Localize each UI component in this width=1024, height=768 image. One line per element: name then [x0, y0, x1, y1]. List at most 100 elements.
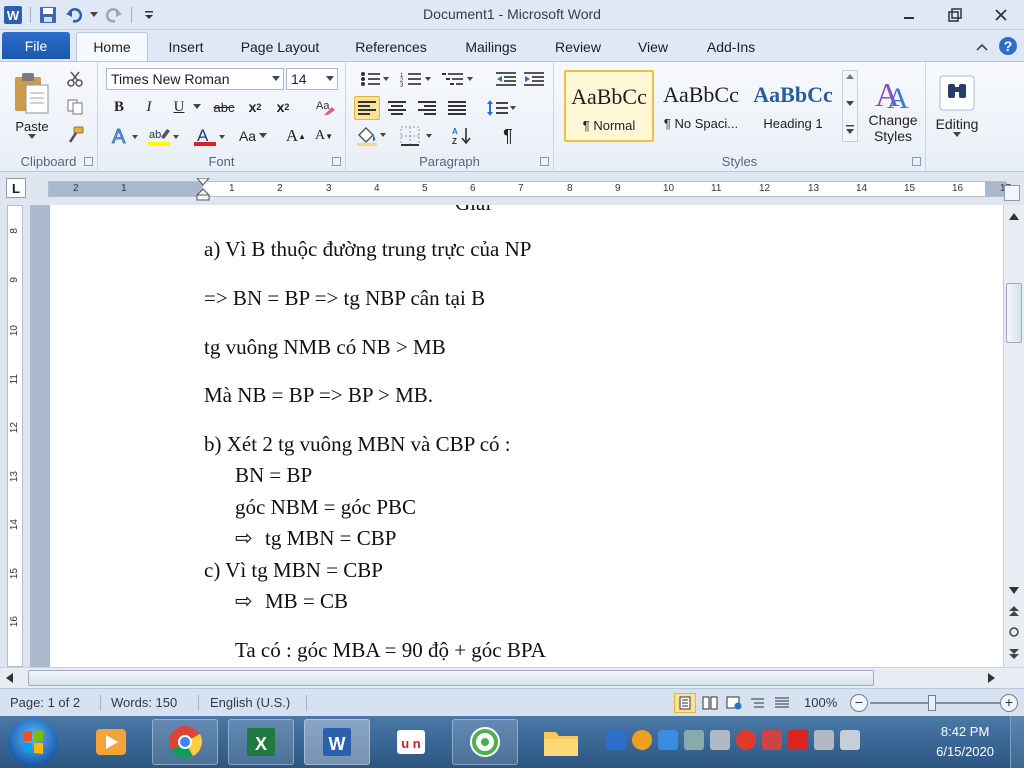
style-no-spacing[interactable]: AaBbCc ¶ No Spaci... [656, 70, 746, 142]
bullets-icon[interactable] [358, 68, 392, 90]
minimize-ribbon-icon[interactable] [976, 40, 988, 55]
restore-button[interactable] [932, 0, 978, 30]
taskbar-unikey[interactable]: u n [378, 719, 444, 765]
tray-flag-icon[interactable] [762, 730, 782, 750]
styles-launcher-icon[interactable] [912, 157, 921, 166]
tab-mailings[interactable]: Mailings [452, 32, 530, 61]
tab-selector[interactable]: L [6, 178, 26, 198]
font-size-select[interactable]: 14 [286, 68, 338, 90]
subscript-button[interactable]: x2 [244, 96, 266, 118]
decrease-indent-icon[interactable] [494, 68, 518, 90]
taskbar-file-explorer[interactable] [528, 719, 594, 765]
increase-indent-icon[interactable] [522, 68, 546, 90]
tab-view[interactable]: View [626, 32, 680, 61]
tray-network-icon[interactable] [658, 730, 678, 750]
tab-review[interactable]: Review [546, 32, 610, 61]
style-heading-1[interactable]: AaBbCc Heading 1 [748, 70, 838, 142]
draft-view-icon[interactable] [772, 693, 792, 713]
underline-dropdown-icon[interactable] [192, 96, 202, 118]
paragraph-launcher-icon[interactable] [540, 157, 549, 166]
zoom-out-button[interactable]: − [850, 694, 868, 712]
sort-icon[interactable]: AZ [450, 124, 476, 148]
tray-battery-icon[interactable] [840, 730, 860, 750]
taskbar-chrome[interactable] [152, 719, 218, 765]
format-painter-icon[interactable] [64, 124, 86, 146]
tray-security-icon[interactable] [684, 730, 704, 750]
view-ruler-icon[interactable] [1004, 185, 1020, 201]
clipboard-launcher-icon[interactable] [84, 157, 93, 166]
underline-button[interactable]: U [168, 96, 190, 118]
text-effects-icon[interactable]: A [108, 124, 142, 148]
shading-icon[interactable] [354, 124, 390, 148]
outline-view-icon[interactable] [748, 693, 768, 713]
tray-speaker-icon[interactable] [814, 730, 834, 750]
indent-markers-icon[interactable] [195, 178, 211, 202]
bold-button[interactable]: B [108, 96, 130, 118]
cut-icon[interactable] [64, 68, 86, 90]
numbering-icon[interactable]: 123 [398, 68, 434, 90]
horizontal-scrollbar[interactable] [0, 667, 1024, 688]
document-page[interactable]: Giải a) Vì B thuộc đường trung trực của … [50, 205, 1003, 668]
font-family-select[interactable]: Times New Roman [106, 68, 284, 90]
zoom-level[interactable]: 100% [804, 695, 837, 710]
vertical-scroll-thumb[interactable] [1006, 283, 1022, 343]
help-icon[interactable]: ? [998, 36, 1018, 59]
tab-insert[interactable]: Insert [156, 32, 216, 61]
horizontal-ruler[interactable]: 211234567891011121314151617 [48, 178, 1011, 201]
scroll-left-icon[interactable] [6, 673, 13, 683]
copy-icon[interactable] [64, 96, 86, 118]
borders-icon[interactable] [398, 124, 436, 148]
tray-ccleaner-icon[interactable] [736, 730, 756, 750]
web-layout-icon[interactable] [724, 693, 744, 713]
page-count[interactable]: Page: 1 of 2 [10, 695, 80, 710]
tray-upload-icon[interactable] [606, 730, 626, 750]
tray-vietkey-icon[interactable] [788, 730, 808, 750]
line-spacing-icon[interactable] [484, 96, 518, 120]
start-button[interactable] [8, 718, 58, 766]
browse-object-icons[interactable] [1008, 605, 1020, 661]
change-case-button[interactable]: Aa [236, 124, 270, 148]
zoom-slider-knob[interactable] [928, 695, 936, 711]
scroll-right-icon[interactable] [988, 673, 995, 683]
styles-gallery-scroll[interactable] [842, 70, 858, 142]
scroll-up-icon[interactable] [1009, 213, 1019, 220]
full-screen-reading-icon[interactable] [700, 693, 720, 713]
shrink-font-button[interactable]: A ▼ [312, 124, 336, 148]
change-styles-button[interactable]: AA Change Styles [862, 66, 924, 150]
tab-page-layout[interactable]: Page Layout [232, 32, 328, 61]
align-left-button[interactable] [354, 96, 380, 120]
show-desktop-button[interactable] [1010, 716, 1024, 768]
italic-button[interactable]: I [138, 96, 160, 118]
tab-file[interactable]: File [2, 32, 70, 59]
clear-formatting-icon[interactable]: Aa [312, 96, 338, 118]
tab-references[interactable]: References [346, 32, 436, 61]
tab-add-ins[interactable]: Add-Ins [696, 32, 766, 61]
taskbar-media-player[interactable] [78, 719, 144, 765]
multilevel-list-icon[interactable] [440, 68, 476, 90]
align-right-button[interactable] [414, 96, 440, 120]
taskbar-word[interactable]: W [304, 719, 370, 765]
font-color-icon[interactable]: A [192, 124, 228, 148]
language[interactable]: English (U.S.) [210, 695, 290, 710]
vertical-ruler[interactable]: 8 9 10 11 12 13 14 15 16 [7, 205, 23, 667]
taskbar-clock[interactable]: 8:42 PM 6/15/2020 [936, 722, 994, 762]
style-normal[interactable]: AaBbCc ¶ Normal [564, 70, 654, 142]
tab-home[interactable]: Home [76, 32, 148, 61]
vertical-scrollbar[interactable] [1003, 205, 1024, 668]
superscript-button[interactable]: x2 [272, 96, 294, 118]
font-launcher-icon[interactable] [332, 157, 341, 166]
scroll-down-icon[interactable] [1009, 587, 1019, 594]
strikethrough-button[interactable]: abc [210, 96, 238, 118]
tray-volume-icon[interactable] [710, 730, 730, 750]
zoom-in-button[interactable]: + [1000, 694, 1018, 712]
taskbar-app[interactable] [452, 719, 518, 765]
justify-button[interactable] [444, 96, 470, 120]
paste-button[interactable]: Paste [6, 66, 58, 144]
minimize-button[interactable] [886, 0, 932, 30]
grow-font-button[interactable]: A ▲ [284, 124, 308, 148]
align-center-button[interactable] [384, 96, 410, 120]
word-count[interactable]: Words: 150 [111, 695, 177, 710]
highlight-color-icon[interactable]: ab [146, 124, 182, 148]
close-button[interactable] [978, 0, 1024, 30]
print-layout-icon[interactable] [674, 693, 696, 713]
